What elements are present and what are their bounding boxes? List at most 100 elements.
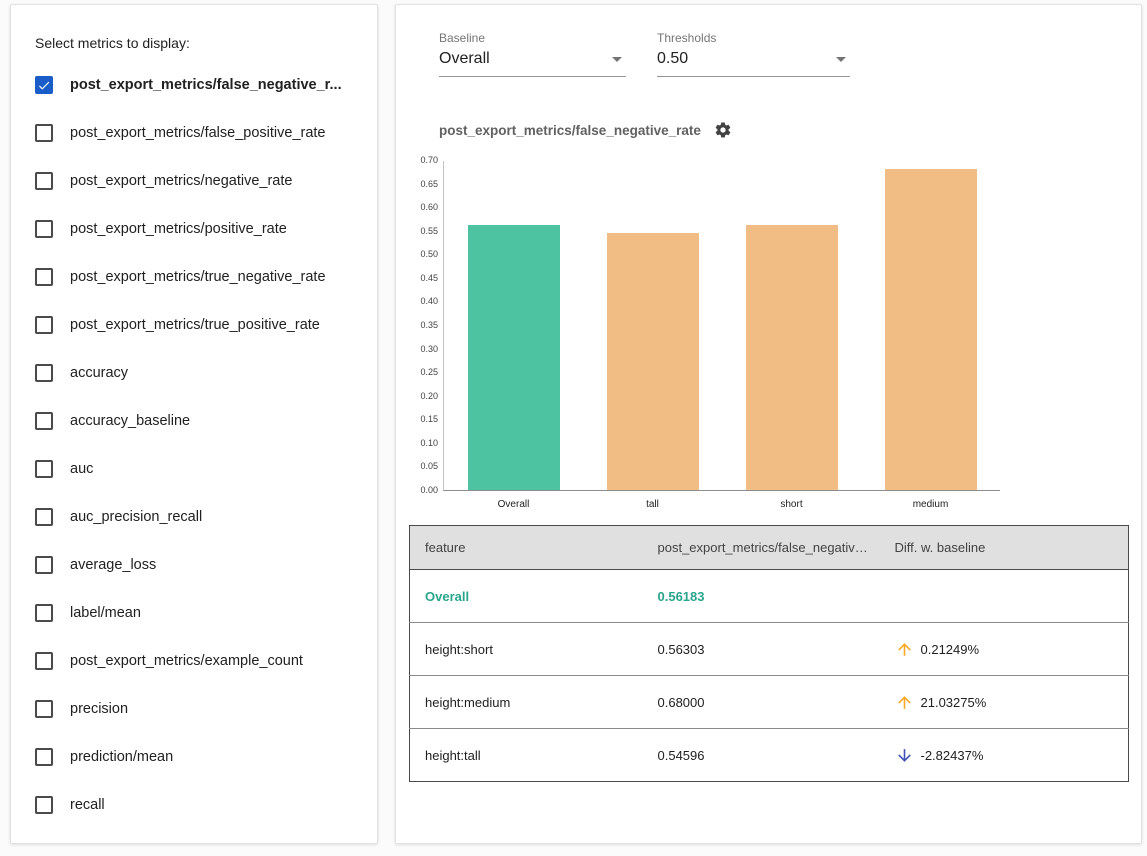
metric-selector-title: Select metrics to display: [35,35,371,51]
baseline-dropdown[interactable]: Baseline Overall [439,31,626,77]
metric-label: average_loss [70,557,156,573]
table-row: height:short0.56303 0.21249% [410,623,1129,676]
checkbox-unchecked-icon[interactable] [35,508,53,526]
metric-label: label/mean [70,605,141,621]
checkbox-unchecked-icon[interactable] [35,220,53,238]
y-axis-tick-label: 0.60 [420,202,438,212]
table-row: height:tall0.54596-2.82437% [410,729,1129,782]
metric-checkbox-item[interactable]: post_export_metrics/negative_rate [35,157,371,205]
bar-Overall[interactable] [468,225,560,490]
checkbox-unchecked-icon[interactable] [35,316,53,334]
chart-header: post_export_metrics/false_negative_rate [439,121,1129,139]
feature-cell: height:medium [410,676,643,729]
chevron-down-icon [612,57,622,62]
diff-value: -2.82437% [921,748,984,763]
checkbox-unchecked-icon[interactable] [35,460,53,478]
metric-checkbox-item[interactable]: post_export_metrics/false_negative_r... [35,61,371,109]
metric-selector-panel: Select metrics to display: post_export_m… [10,4,378,844]
bar-slot: short [722,161,861,490]
metric-label: post_export_metrics/example_count [70,653,303,669]
table-row: Overall0.56183 [410,570,1129,623]
metrics-list: post_export_metrics/false_negative_r...p… [35,61,371,829]
diff-cell [880,570,1129,623]
bar-tall[interactable] [607,233,699,490]
baseline-dropdown-value: Overall [439,50,490,68]
table-header-metric-value: post_export_metrics/false_negative_rat..… [643,526,880,570]
metric-value-cell: 0.56303 [643,623,880,676]
checkbox-unchecked-icon[interactable] [35,556,53,574]
diff-cell: 21.03275% [880,676,1129,729]
checkbox-checked-icon[interactable] [35,76,53,94]
x-axis-tick-label: tall [583,499,722,510]
metric-checkbox-item[interactable]: post_export_metrics/false_positive_rate [35,109,371,157]
bar-slot: Overall [444,161,583,490]
metric-label: auc [70,461,93,477]
metric-checkbox-item[interactable]: recall [35,781,371,829]
y-axis-tick-label: 0.55 [420,226,438,236]
thresholds-dropdown-label: Thresholds [657,31,850,45]
checkbox-unchecked-icon[interactable] [35,172,53,190]
bar-medium[interactable] [885,169,977,490]
metric-checkbox-item[interactable]: post_export_metrics/positive_rate [35,205,371,253]
checkbox-unchecked-icon[interactable] [35,124,53,142]
metric-label: post_export_metrics/true_negative_rate [70,269,326,285]
gear-icon[interactable] [714,121,732,139]
checkbox-unchecked-icon[interactable] [35,652,53,670]
metric-label: accuracy_baseline [70,413,190,429]
y-axis-tick-label: 0.35 [420,320,438,330]
x-axis-tick-label: Overall [444,499,583,510]
checkbox-unchecked-icon[interactable] [35,364,53,382]
metric-checkbox-item[interactable]: average_loss [35,541,371,589]
metrics-table: featurepost_export_metrics/false_negativ… [409,525,1129,782]
metric-checkbox-item[interactable]: auc_precision_recall [35,493,371,541]
metric-checkbox-item[interactable]: post_export_metrics/example_count [35,637,371,685]
metric-value-cell: 0.68000 [643,676,880,729]
checkbox-unchecked-icon[interactable] [35,700,53,718]
table-header-diff: Diff. w. baseline [880,526,1129,570]
metric-label: precision [70,701,128,717]
checkbox-unchecked-icon[interactable] [35,748,53,766]
y-axis-tick-label: 0.50 [420,249,438,259]
y-axis-tick-label: 0.00 [420,485,438,495]
metric-checkbox-item[interactable]: label/mean [35,589,371,637]
checkbox-unchecked-icon[interactable] [35,412,53,430]
metric-checkbox-item[interactable]: auc [35,445,371,493]
table-row: height:medium0.6800021.03275% [410,676,1129,729]
metric-checkbox-item[interactable]: post_export_metrics/true_positive_rate [35,301,371,349]
app-root: Select metrics to display: post_export_m… [0,0,1147,844]
metric-checkbox-item[interactable]: precision [35,685,371,733]
up-arrow-icon [895,640,914,659]
diff-cell: -2.82437% [880,729,1129,782]
bar-slot: tall [583,161,722,490]
metric-label: post_export_metrics/false_negative_r... [70,77,342,93]
checkbox-unchecked-icon[interactable] [35,268,53,286]
diff-cell: 0.21249% [880,623,1129,676]
metric-label: post_export_metrics/positive_rate [70,221,287,237]
y-axis-tick-label: 0.45 [420,273,438,283]
controls-bar: Baseline Overall Thresholds 0.50 [439,31,1129,77]
y-axis: 0.000.050.100.150.200.250.300.350.400.45… [409,161,443,491]
feature-cell: height:short [410,623,643,676]
y-axis-tick-label: 0.05 [420,461,438,471]
metric-label: post_export_metrics/false_positive_rate [70,125,326,141]
thresholds-dropdown-value: 0.50 [657,50,688,68]
checkbox-unchecked-icon[interactable] [35,604,53,622]
x-axis-tick-label: medium [861,499,1000,510]
bar-short[interactable] [746,225,838,490]
up-arrow-icon [895,693,914,712]
y-axis-tick-label: 0.10 [420,438,438,448]
chart-title: post_export_metrics/false_negative_rate [439,123,701,138]
thresholds-dropdown[interactable]: Thresholds 0.50 [657,31,850,77]
metric-checkbox-item[interactable]: prediction/mean [35,733,371,781]
plot-area: Overalltallshortmedium [443,161,1000,491]
metric-checkbox-item[interactable]: accuracy [35,349,371,397]
bar-chart: 0.000.050.100.150.200.250.300.350.400.45… [409,161,1129,513]
table-body: Overall0.56183height:short0.56303 0.21249… [410,570,1129,782]
metric-checkbox-item[interactable]: accuracy_baseline [35,397,371,445]
down-arrow-icon [895,746,914,765]
metric-checkbox-item[interactable]: post_export_metrics/true_negative_rate [35,253,371,301]
checkbox-unchecked-icon[interactable] [35,796,53,814]
diff-value: 0.21249% [921,642,980,657]
feature-cell: height:tall [410,729,643,782]
feature-cell: Overall [410,570,643,623]
